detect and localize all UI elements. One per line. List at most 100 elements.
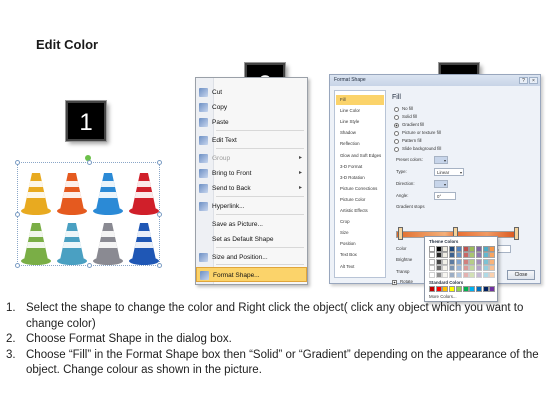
menu-item-copy[interactable]: Copy (196, 100, 307, 115)
angle-input[interactable]: 0° (434, 192, 456, 200)
preset-colors-dropdown[interactable]: ▾ (434, 156, 448, 164)
menu-item-paste[interactable]: Paste (196, 115, 307, 130)
standard-color-swatch[interactable] (482, 286, 489, 292)
theme-color-swatch[interactable] (469, 258, 476, 265)
standard-color-swatch[interactable] (442, 286, 449, 292)
category-item[interactable]: Fill (336, 95, 384, 105)
category-item[interactable]: 3-D Format (336, 162, 384, 172)
theme-color-swatch[interactable] (449, 246, 456, 252)
gradient-stop[interactable] (514, 227, 519, 240)
theme-color-swatch[interactable] (455, 258, 462, 265)
menu-item-set-as-default-shape[interactable]: Set as Default Shape (196, 232, 307, 247)
theme-color-swatch[interactable] (455, 265, 462, 272)
menu-item-cut[interactable]: Cut (196, 85, 307, 100)
theme-color-swatch[interactable] (482, 265, 489, 272)
theme-color-swatch[interactable] (449, 265, 456, 272)
theme-color-swatch[interactable] (469, 252, 476, 259)
theme-color-swatch[interactable] (489, 265, 496, 272)
theme-color-swatch[interactable] (489, 246, 496, 252)
category-item[interactable]: Alt Text (336, 262, 384, 272)
standard-color-swatch[interactable] (455, 286, 462, 292)
theme-color-swatch[interactable] (455, 246, 462, 252)
menu-item-save-as-picture[interactable]: Save as Picture... (196, 217, 307, 232)
help-icon[interactable]: ? (519, 77, 528, 84)
theme-color-swatch[interactable] (442, 246, 449, 252)
fill-option[interactable]: Gradient fill (394, 121, 474, 129)
category-item[interactable]: Position (336, 239, 384, 249)
theme-color-swatch[interactable] (462, 265, 469, 272)
resize-handle[interactable] (157, 160, 162, 165)
fill-option[interactable]: Solid fill (394, 113, 474, 121)
theme-color-swatch[interactable] (442, 252, 449, 259)
theme-color-swatch[interactable] (429, 271, 435, 278)
fill-option[interactable]: Picture or texture fill (394, 129, 474, 137)
standard-color-swatch[interactable] (449, 286, 456, 292)
theme-color-swatch[interactable] (482, 252, 489, 259)
theme-color-swatch[interactable] (449, 258, 456, 265)
theme-color-swatch[interactable] (435, 246, 442, 252)
category-item[interactable]: Line Style (336, 117, 384, 127)
resize-handle[interactable] (157, 263, 162, 268)
category-item[interactable]: Reflection (336, 139, 384, 149)
theme-color-swatch[interactable] (449, 271, 456, 278)
category-item[interactable]: Glow and Soft Edges (336, 151, 384, 161)
standard-color-swatch[interactable] (489, 286, 496, 292)
theme-color-swatch[interactable] (475, 258, 482, 265)
theme-color-swatch[interactable] (489, 252, 496, 259)
category-item[interactable]: Crop (336, 217, 384, 227)
menu-item-hyperlink[interactable]: Hyperlink... (196, 199, 307, 214)
theme-color-swatch[interactable] (469, 246, 476, 252)
theme-color-swatch[interactable] (435, 252, 442, 259)
theme-color-swatch[interactable] (442, 258, 449, 265)
standard-color-swatch[interactable] (435, 286, 442, 292)
menu-item-send-to-back[interactable]: Send to Back ▸ (196, 181, 307, 196)
theme-color-swatch[interactable] (455, 252, 462, 259)
fill-option[interactable]: Pattern fill (394, 137, 474, 145)
gradient-stop[interactable] (398, 227, 403, 240)
theme-color-swatch[interactable] (462, 252, 469, 259)
category-item[interactable]: Shadow (336, 128, 384, 138)
theme-color-swatch[interactable] (489, 271, 496, 278)
theme-color-swatch[interactable] (462, 246, 469, 252)
theme-color-swatch[interactable] (429, 246, 435, 252)
standard-color-swatch[interactable] (475, 286, 482, 292)
theme-color-swatch[interactable] (482, 271, 489, 278)
resize-handle[interactable] (15, 212, 20, 217)
fill-option[interactable]: Slide background fill (394, 145, 474, 153)
resize-handle[interactable] (87, 160, 92, 165)
resize-handle[interactable] (15, 263, 20, 268)
category-item[interactable]: Artistic Effects (336, 206, 384, 216)
menu-item-format-shape[interactable]: Format Shape... (196, 267, 307, 282)
theme-color-swatch[interactable] (429, 265, 435, 272)
category-item[interactable]: Size (336, 228, 384, 238)
category-item[interactable]: Picture Corrections (336, 184, 384, 194)
theme-color-swatch[interactable] (429, 252, 435, 259)
menu-item-size-and-position[interactable]: Size and Position... (196, 250, 307, 265)
more-colors-link[interactable]: More Colors... (429, 294, 457, 299)
theme-color-swatch[interactable] (475, 252, 482, 259)
fill-option[interactable]: No fill (394, 105, 474, 113)
theme-color-swatch[interactable] (469, 265, 476, 272)
menu-item-group[interactable]: Group ▸ (196, 151, 307, 166)
theme-color-swatch[interactable] (482, 258, 489, 265)
theme-color-swatch[interactable] (442, 265, 449, 272)
theme-color-swatch[interactable] (482, 246, 489, 252)
theme-color-swatch[interactable] (449, 252, 456, 259)
theme-color-swatch[interactable] (455, 271, 462, 278)
theme-color-swatch[interactable] (475, 246, 482, 252)
direction-dropdown[interactable]: ▾ (434, 180, 448, 188)
close-button[interactable]: Close (507, 270, 535, 280)
standard-color-swatch[interactable] (429, 286, 435, 292)
category-item[interactable]: 3-D Rotation (336, 173, 384, 183)
menu-item-edit-text[interactable]: Edit Text (196, 133, 307, 148)
resize-handle[interactable] (87, 263, 92, 268)
theme-color-swatch[interactable] (435, 271, 442, 278)
close-icon[interactable]: × (529, 77, 538, 84)
standard-color-swatch[interactable] (469, 286, 476, 292)
theme-color-swatch[interactable] (462, 258, 469, 265)
resize-handle[interactable] (15, 160, 20, 165)
theme-color-swatch[interactable] (435, 258, 442, 265)
type-select[interactable]: Linear ▾ (434, 168, 464, 176)
cone-shape-selection[interactable] (15, 160, 162, 268)
theme-color-swatch[interactable] (435, 265, 442, 272)
